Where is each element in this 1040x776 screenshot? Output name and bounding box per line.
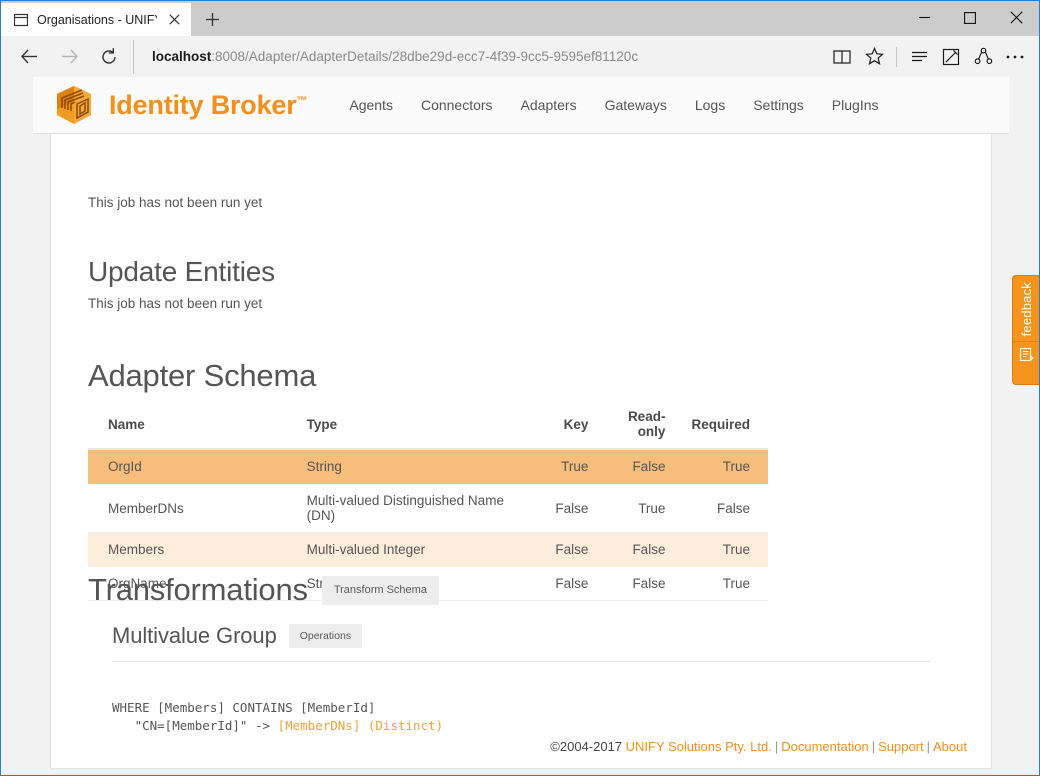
transformations-header: Transformations Transform Schema (88, 572, 439, 608)
browser-titlebar: Organisations - UNIFY Ic (1, 1, 1039, 36)
cell-required: False (683, 483, 768, 533)
browser-toolbar (826, 40, 1031, 74)
code-line-1: WHERE [Members] CONTAINS [MemberId] (112, 700, 376, 715)
browser-tab[interactable]: Organisations - UNIFY Ic (1, 3, 191, 36)
nav-item-plugins[interactable]: PlugIns (818, 77, 893, 134)
column-header-readonly: Read-only (606, 405, 684, 450)
address-bar[interactable]: localhost:8008/Adapter/AdapterDetails/28… (133, 39, 826, 74)
column-header-name: Name (88, 405, 287, 450)
nav-item-settings[interactable]: Settings (739, 77, 818, 134)
cell-type: Multi-valued Integer (286, 532, 533, 567)
maximize-icon[interactable] (947, 1, 993, 34)
footer-separator: | (871, 739, 876, 754)
nav-item-agents[interactable]: Agents (335, 77, 407, 134)
toolbar-divider (896, 46, 897, 67)
table-row[interactable]: MemberDNs Multi-valued Distinguished Nam… (88, 483, 768, 533)
table-header-row: Name Type Key Read-only Required (88, 405, 768, 450)
site-footer: ©2004-2017 UNIFY Solutions Pty. Ltd. | Doc… (1, 739, 1039, 754)
pencil-square-icon[interactable] (935, 40, 967, 74)
page-viewport: This job has not been run yet Identity B… (1, 77, 1039, 775)
previous-job-note: This job has not been run yet (88, 195, 263, 210)
forward-arrow-icon[interactable] (49, 40, 89, 74)
ellipsis-icon[interactable] (999, 40, 1031, 74)
transform-schema-button[interactable]: Transform Schema (321, 575, 439, 605)
cell-key: False (532, 566, 607, 601)
cell-type: Multi-valued Distinguished Name (DN) (286, 483, 533, 533)
feedback-divider (1013, 341, 1039, 343)
table-row[interactable]: Members Multi-valued Integer False False… (88, 532, 768, 567)
brand[interactable]: Identity Broker™ (51, 82, 308, 128)
feedback-label: feedback (1018, 282, 1034, 337)
company-link[interactable]: UNIFY Solutions Pty. Ltd. (626, 739, 772, 754)
transformations-heading: Transformations (88, 572, 308, 607)
multivalue-group-header: Multivalue Group Operations (112, 623, 931, 662)
footer-separator: | (774, 739, 779, 754)
tab-close-icon[interactable] (165, 11, 183, 29)
share-icon[interactable] (967, 40, 999, 74)
cell-readonly: False (606, 449, 684, 484)
operations-button[interactable]: Operations (288, 623, 363, 649)
support-link[interactable]: Support (878, 739, 924, 754)
nav-item-gateways[interactable]: Gateways (591, 77, 681, 134)
back-arrow-icon[interactable] (9, 40, 49, 74)
column-header-type: Type (286, 405, 533, 450)
url-host: localhost (152, 49, 212, 64)
cell-readonly: False (606, 566, 684, 601)
brand-text: Identity Broker (109, 89, 297, 120)
footer-separator: | (926, 739, 931, 754)
feedback-tab[interactable]: feedback (1012, 275, 1039, 385)
star-icon[interactable] (858, 40, 890, 74)
update-entities-note: This job has not been run yet (88, 296, 263, 311)
tab-strip: Organisations - UNIFY Ic (1, 1, 233, 36)
code-line-2-accent: [MemberDNs] (Distinct) (277, 718, 444, 733)
nav-item-logs[interactable]: Logs (681, 77, 739, 134)
transformation-rule-code: WHERE [Members] CONTAINS [MemberId] "CN=… (112, 699, 443, 735)
trademark-symbol: ™ (296, 94, 308, 107)
column-header-key: Key (532, 405, 607, 450)
window-close-icon[interactable] (993, 1, 1039, 34)
window-icon (13, 12, 29, 28)
main-navigation: Agents Connectors Adapters Gateways Logs… (335, 77, 892, 134)
site-header: Identity Broker™ Agents Connectors Adapt… (33, 77, 1009, 134)
adapter-schema-heading: Adapter Schema (88, 358, 317, 393)
cell-key: False (532, 483, 607, 533)
cell-key: True (532, 449, 607, 484)
cell-readonly: True (606, 483, 684, 533)
copyright-text: ©2004-2017 (550, 739, 626, 754)
feedback-form-icon (1019, 347, 1034, 367)
cube-maze-logo-icon (51, 82, 97, 128)
table-header: Name Type Key Read-only Required (88, 405, 768, 450)
column-header-required: Required (683, 405, 768, 450)
tab-title: Organisations - UNIFY Ic (37, 12, 157, 27)
cell-name: MemberDNs (88, 483, 287, 533)
cell-required: True (683, 566, 768, 601)
cell-readonly: False (606, 532, 684, 567)
multivalue-group-heading: Multivalue Group (112, 623, 277, 648)
minimize-icon[interactable] (901, 1, 947, 34)
cell-required: True (683, 532, 768, 567)
nav-item-adapters[interactable]: Adapters (507, 77, 591, 134)
about-link[interactable]: About (933, 739, 967, 754)
new-tab-button[interactable] (191, 3, 233, 36)
refresh-icon[interactable] (89, 40, 129, 74)
nav-item-connectors[interactable]: Connectors (407, 77, 507, 134)
book-icon[interactable] (826, 40, 858, 74)
code-line-2-prefix: "CN=[MemberId]" -> (112, 718, 278, 733)
browser-window: Organisations - UNIFY Ic (0, 0, 1040, 776)
table-row[interactable]: OrgId String True False True (88, 449, 768, 484)
cell-name: OrgId (88, 449, 287, 484)
url-path: :8008/Adapter/AdapterDetails/28dbe29d-ec… (211, 49, 639, 64)
update-entities-heading: Update Entities (88, 256, 275, 287)
browser-navbar: localhost:8008/Adapter/AdapterDetails/28… (1, 36, 1039, 77)
documentation-link[interactable]: Documentation (781, 739, 868, 754)
cell-type: String (286, 449, 533, 484)
cell-required: True (683, 449, 768, 484)
cell-name: Members (88, 532, 287, 567)
hub-lines-icon[interactable] (903, 40, 935, 74)
brand-name: Identity Broker™ (109, 89, 308, 121)
window-controls (901, 1, 1039, 34)
cell-key: False (532, 532, 607, 567)
